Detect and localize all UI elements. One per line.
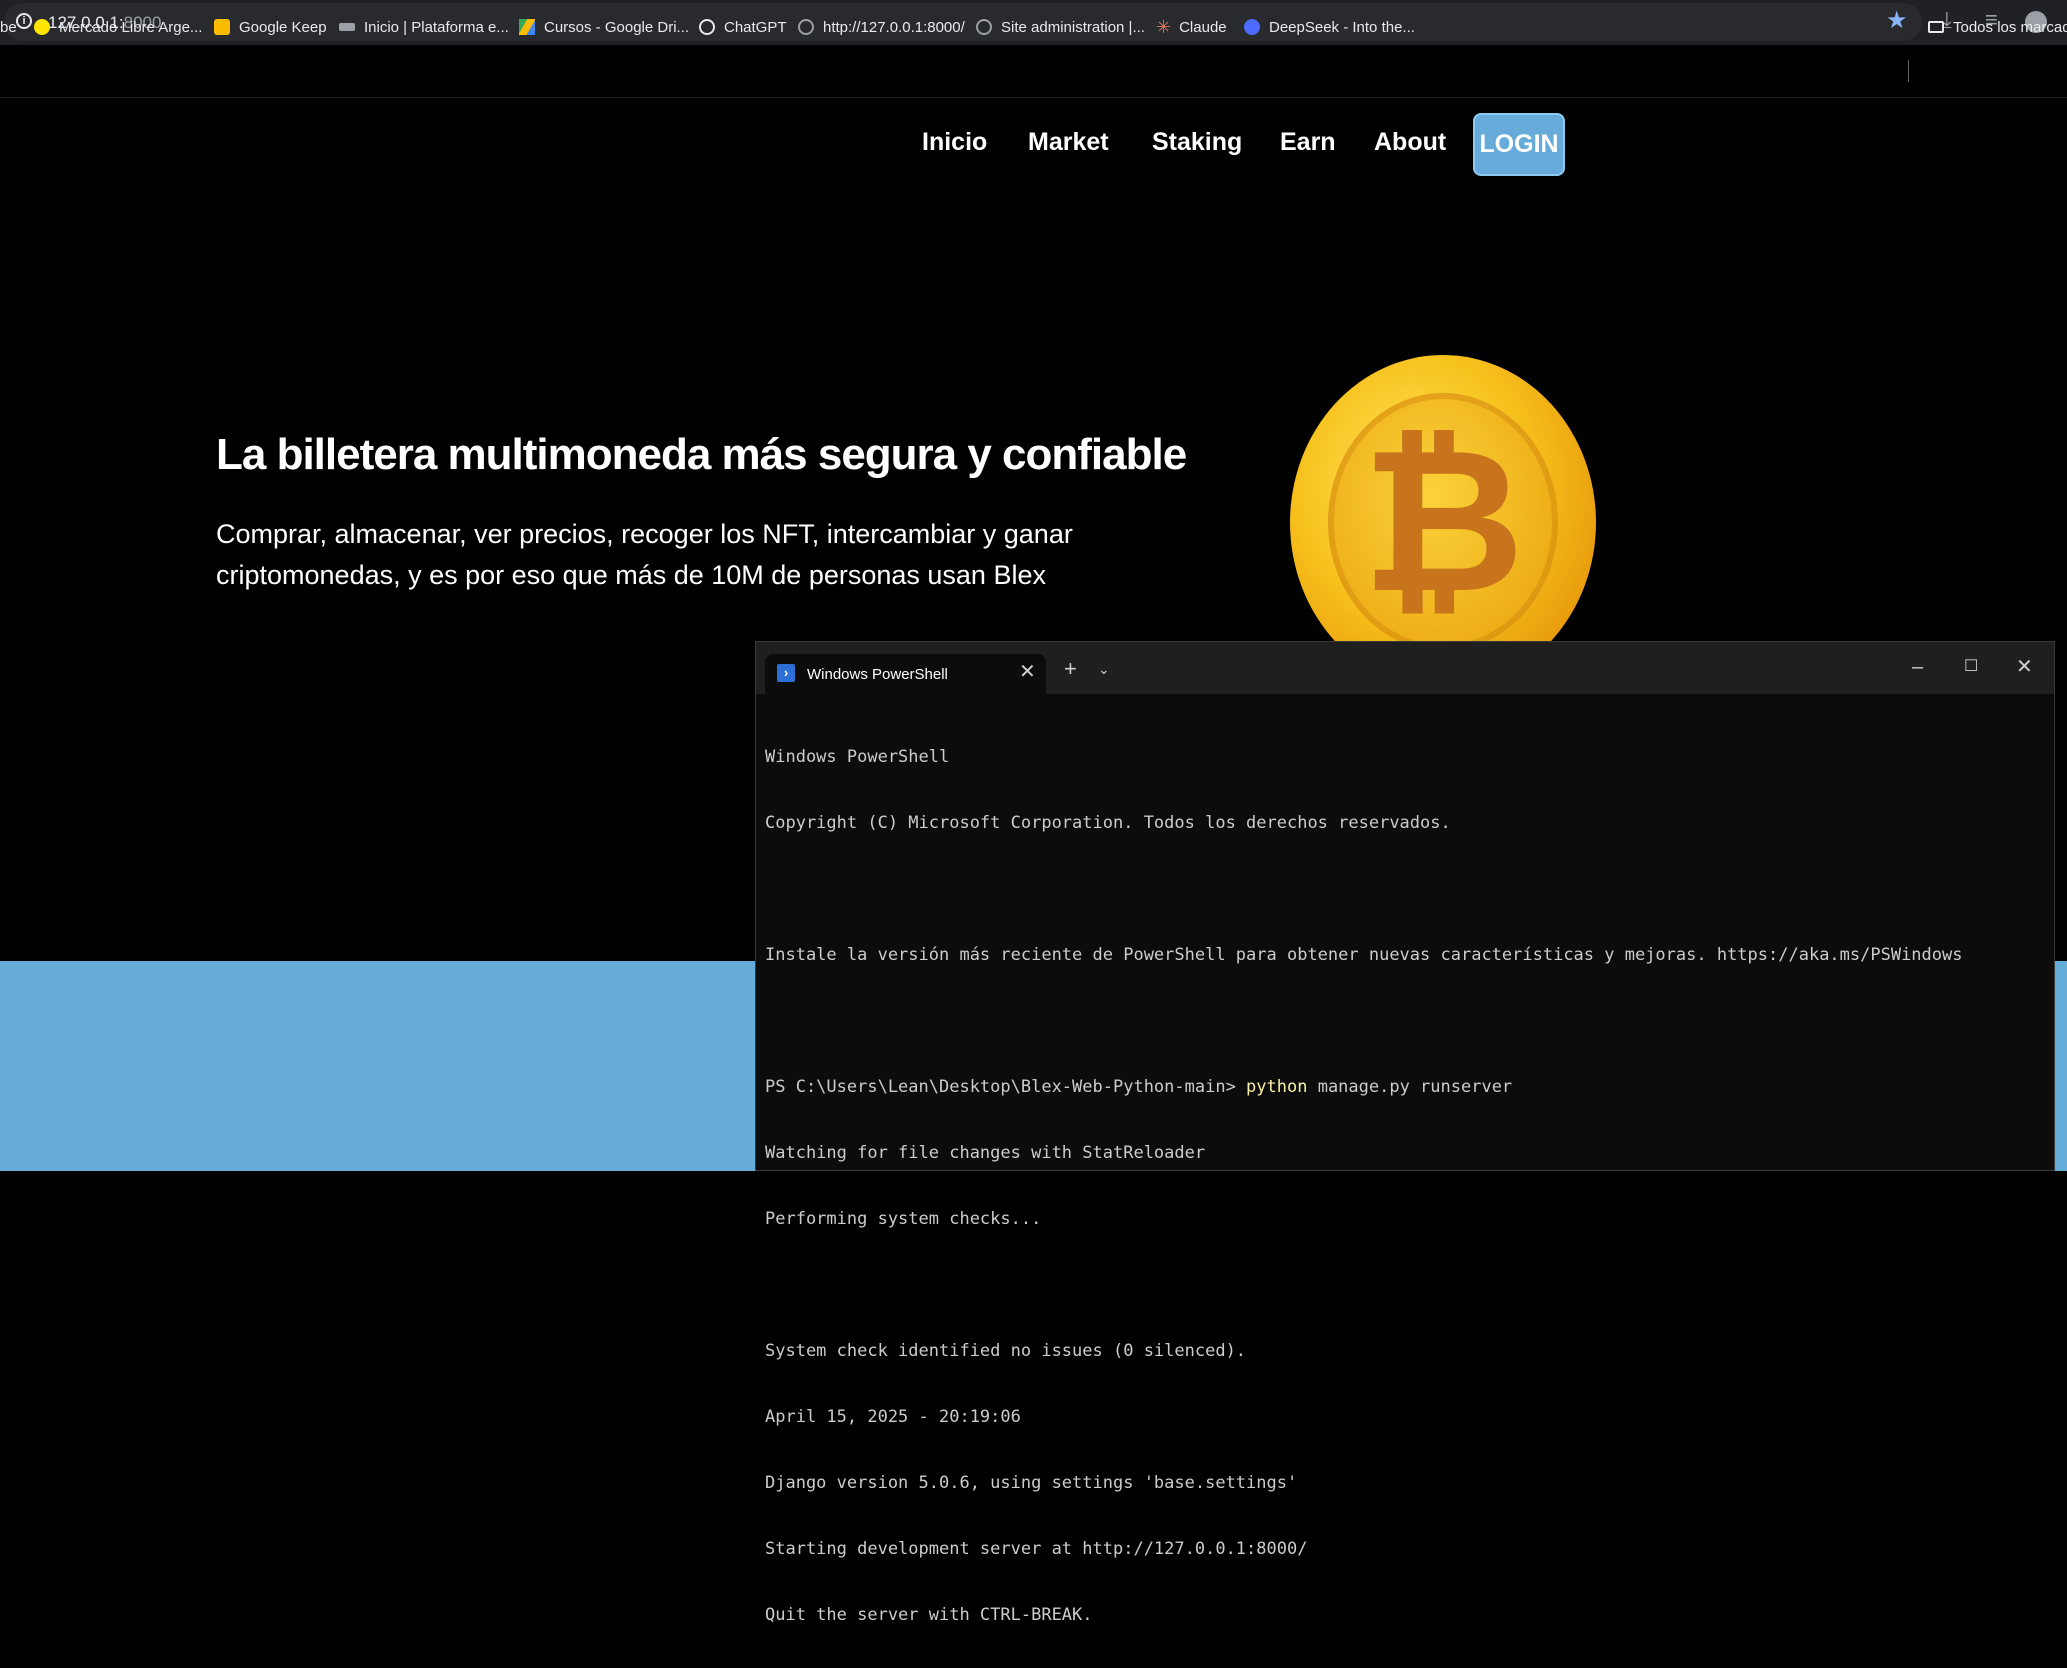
powershell-window[interactable]: › Windows PowerShell ✕ + ⌄ – ☐ ✕ Windows… <box>755 641 2055 1625</box>
bookmark-star-icon[interactable]: ★ <box>1886 9 1908 33</box>
bookmark-item[interactable]: Mercado Libre Arge... <box>34 17 202 37</box>
bookmarks-separator <box>1908 60 1909 82</box>
folder-icon <box>1928 21 1944 33</box>
bookmark-item[interactable]: http://127.0.0.1:8000/ <box>798 17 965 37</box>
nav-market[interactable]: Market <box>1028 128 1109 157</box>
terminal-titlebar[interactable]: › Windows PowerShell ✕ + ⌄ – ☐ ✕ <box>756 642 2054 694</box>
terminal-output[interactable]: Windows PowerShell Copyright (C) Microso… <box>765 704 1962 1668</box>
terminal-prompt: PS C:\Users\Lean\Desktop\Blex-Web-Python… <box>765 1077 1247 1097</box>
bitcoin-icon: ₿ <box>1361 405 1525 638</box>
nav-earn[interactable]: Earn <box>1280 128 1336 157</box>
terminal-line: System check identified no issues (0 sil… <box>765 1341 1247 1361</box>
chatgpt-icon <box>699 19 715 35</box>
bitcoin-coin-image: ₿ <box>1290 355 1596 690</box>
bookmark-item[interactable]: Google Keep <box>214 17 327 37</box>
close-tab-icon[interactable]: ✕ <box>1019 661 1036 683</box>
google-drive-icon <box>519 19 535 35</box>
google-keep-icon <box>214 19 230 35</box>
claude-icon: ✳ <box>1156 16 1172 37</box>
terminal-line: Instale la versión más reciente de Power… <box>765 945 1963 965</box>
globe-icon <box>976 19 992 35</box>
all-bookmarks-folder[interactable]: Todos los marcado <box>1928 17 2067 37</box>
bookmark-item[interactable]: ✳ Claude <box>1156 17 1227 37</box>
terminal-line: Performing system checks... <box>765 1209 1042 1229</box>
bookmark-item[interactable]: Site administration |... <box>976 17 1145 37</box>
hero-subtitle: Comprar, almacenar, ver precios, recoger… <box>216 519 1073 590</box>
bookmark-item[interactable]: DeepSeek - Into the... <box>1244 17 1415 37</box>
terminal-args: manage.py runserver <box>1307 1077 1513 1097</box>
terminal-prompt-line: PS C:\Users\Lean\Desktop\Blex-Web-Python… <box>765 1074 1962 1100</box>
bookmark-item[interactable]: Inicio | Plataforma e... <box>339 17 509 37</box>
site-info-icon[interactable]: i <box>16 13 32 29</box>
login-button[interactable]: LOGIN <box>1473 113 1565 176</box>
bookmark-item[interactable]: be <box>0 17 17 37</box>
deepseek-icon <box>1244 19 1260 35</box>
nav-inicio[interactable]: Inicio <box>922 128 987 157</box>
bookmark-item[interactable]: Cursos - Google Dri... <box>519 17 689 37</box>
terminal-tab[interactable]: › Windows PowerShell ✕ <box>765 654 1046 694</box>
terminal-line: Django version 5.0.6, using settings 'ba… <box>765 1473 1298 1493</box>
powershell-icon: › <box>777 664 795 682</box>
mercadolibre-icon <box>34 19 50 35</box>
terminal-line: Copyright (C) Microsoft Corporation. Tod… <box>765 813 1451 833</box>
bookmark-item[interactable]: ChatGPT <box>699 17 787 37</box>
terminal-line: Starting development server at http://12… <box>765 1539 1308 1559</box>
terminal-line: April 15, 2025 - 20:19:06 <box>765 1407 1021 1427</box>
close-window-icon[interactable]: ✕ <box>2016 656 2033 678</box>
bookmarks-bar <box>0 45 2067 98</box>
terminal-line: Quit the server with CTRL-BREAK. <box>765 1605 1093 1625</box>
chevron-down-icon[interactable]: ⌄ <box>1098 660 1110 678</box>
platform-icon <box>339 23 355 31</box>
hero-title: La billetera multimoneda más segura y co… <box>216 430 1187 479</box>
globe-icon <box>798 19 814 35</box>
terminal-line: Watching for file changes with StatReloa… <box>765 1143 1206 1163</box>
terminal-tab-title: Windows PowerShell <box>807 666 948 683</box>
new-tab-plus-icon[interactable]: + <box>1064 658 1077 680</box>
terminal-command: python <box>1246 1077 1308 1097</box>
nav-about[interactable]: About <box>1374 128 1446 157</box>
minimize-icon[interactable]: – <box>1912 656 1923 678</box>
nav-staking[interactable]: Staking <box>1152 128 1242 157</box>
terminal-line: Windows PowerShell <box>765 747 950 767</box>
maximize-icon[interactable]: ☐ <box>1964 656 1978 678</box>
